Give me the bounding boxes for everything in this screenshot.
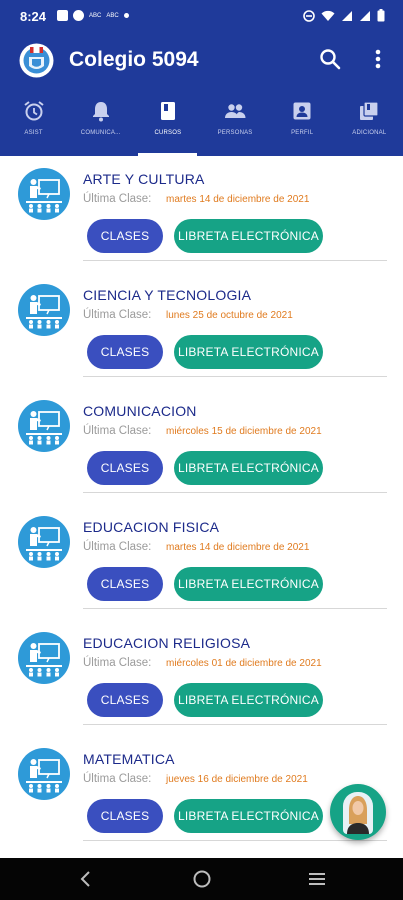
course-name: ARTE Y CULTURA — [83, 171, 205, 187]
course-name: COMUNICACION — [83, 403, 197, 419]
course-item: EDUCACION RELIGIOSA Última Clase: miérco… — [0, 620, 403, 736]
last-class-label: Última Clase: — [83, 541, 152, 553]
divider — [83, 840, 387, 841]
battery-icon — [377, 9, 385, 22]
last-class-date: jueves 16 de diciembre de 2021 — [166, 774, 308, 785]
status-label: ABC — [89, 12, 102, 19]
library-icon — [360, 101, 379, 120]
tab-personas[interactable]: PERSONAS — [201, 88, 268, 156]
tab-perfil[interactable]: PERFIL — [269, 88, 336, 156]
tab-asist[interactable]: ASIST — [0, 88, 67, 156]
teacher-board-icon — [18, 284, 70, 336]
teacher-board-icon — [18, 400, 70, 452]
course-name: CIENCIA Y TECNOLOGIA — [83, 287, 252, 303]
status-time: 8:24 — [20, 9, 47, 24]
tab-label: CURSOS — [154, 130, 182, 136]
more-options-icon[interactable] — [368, 47, 388, 71]
tab-label: ASIST — [24, 130, 43, 136]
last-class-label: Última Clase: — [83, 425, 152, 437]
libreta-electronica-button[interactable]: LIBRETA ELECTRÓNICA — [174, 219, 323, 253]
clases-button[interactable]: CLASES — [87, 219, 163, 253]
libreta-electronica-button[interactable]: LIBRETA ELECTRÓNICA — [174, 567, 323, 601]
course-name: EDUCACION RELIGIOSA — [83, 635, 251, 651]
last-class-label: Última Clase: — [83, 193, 152, 205]
last-class-date: martes 14 de diciembre de 2021 — [166, 194, 310, 205]
teacher-board-icon — [18, 632, 70, 684]
app-title: Colegio 5094 — [69, 48, 199, 71]
do-not-disturb-icon — [303, 9, 315, 22]
course-item: EDUCACION FISICA Última Clase: martes 14… — [0, 504, 403, 620]
divider — [83, 260, 387, 261]
clases-button[interactable]: CLASES — [87, 567, 163, 601]
last-class-date: miércoles 15 de diciembre de 2021 — [166, 426, 322, 437]
tab-label: COMUNICA... — [80, 130, 121, 136]
last-class-label: Última Clase: — [83, 773, 152, 785]
book-icon — [160, 102, 175, 120]
recents-icon[interactable] — [307, 869, 327, 889]
last-class-label: Última Clase: — [83, 309, 152, 321]
wifi-icon — [321, 10, 335, 21]
tab-cursos[interactable]: CURSOS — [134, 88, 201, 156]
alarm-clock-icon — [23, 101, 44, 121]
clases-button[interactable]: CLASES — [87, 799, 163, 833]
tab-label: PERSONAS — [217, 130, 253, 136]
teacher-board-icon — [18, 168, 70, 220]
last-class-date: miércoles 01 de diciembre de 2021 — [166, 658, 322, 669]
last-class-label: Última Clase: — [83, 657, 152, 669]
people-icon — [225, 104, 246, 118]
back-icon[interactable] — [76, 869, 96, 889]
teacher-board-icon — [18, 516, 70, 568]
home-icon[interactable] — [192, 869, 212, 889]
course-item: COMUNICACION Última Clase: miércoles 15 … — [0, 388, 403, 504]
last-class-date: lunes 25 de octubre de 2021 — [166, 310, 293, 321]
signal-icon — [342, 10, 352, 21]
user-avatar — [343, 792, 373, 834]
profile-card-icon — [293, 102, 311, 120]
profile-fab-button[interactable] — [330, 784, 386, 840]
school-logo-icon[interactable] — [19, 43, 54, 78]
pocket-icon — [73, 10, 84, 21]
libreta-electronica-button[interactable]: LIBRETA ELECTRÓNICA — [174, 683, 323, 717]
status-label: ABC — [106, 12, 119, 19]
teacher-board-icon — [18, 748, 70, 800]
divider — [83, 608, 387, 609]
course-list[interactable]: ARTE Y CULTURA Última Clase: martes 14 d… — [0, 156, 403, 858]
course-item: ARTE Y CULTURA Última Clase: martes 14 d… — [0, 156, 403, 272]
course-item: CIENCIA Y TECNOLOGIA Última Clase: lunes… — [0, 272, 403, 388]
libreta-electronica-button[interactable]: LIBRETA ELECTRÓNICA — [174, 799, 323, 833]
course-name: EDUCACION FISICA — [83, 519, 220, 535]
tab-label: ADICIONAL — [352, 130, 387, 136]
clases-button[interactable]: CLASES — [87, 451, 163, 485]
divider — [83, 376, 387, 377]
search-icon[interactable] — [318, 47, 342, 71]
signal-icon — [360, 10, 370, 21]
divider — [83, 724, 387, 725]
clases-button[interactable]: CLASES — [87, 335, 163, 369]
divider — [83, 492, 387, 493]
tab-bar: ASIST COMUNICA... CURSOS PERSONAS PERFIL — [0, 88, 403, 156]
notification-dot-icon — [123, 13, 129, 18]
tab-adicional[interactable]: ADICIONAL — [336, 88, 403, 156]
system-nav-bar — [0, 858, 403, 900]
tab-label: PERFIL — [291, 130, 314, 136]
status-left-icons: ABC ABC — [57, 10, 129, 21]
course-name: MATEMATICA — [83, 751, 175, 767]
status-right-icons — [303, 9, 385, 22]
clases-button[interactable]: CLASES — [87, 683, 163, 717]
message-icon — [57, 10, 68, 21]
last-class-date: martes 14 de diciembre de 2021 — [166, 542, 310, 553]
tab-comunicados[interactable]: COMUNICA... — [67, 88, 134, 156]
libreta-electronica-button[interactable]: LIBRETA ELECTRÓNICA — [174, 451, 323, 485]
app-bar: Colegio 5094 — [0, 34, 403, 88]
libreta-electronica-button[interactable]: LIBRETA ELECTRÓNICA — [174, 335, 323, 369]
bell-icon — [92, 102, 109, 122]
status-bar: 8:24 ABC ABC — [0, 0, 403, 34]
